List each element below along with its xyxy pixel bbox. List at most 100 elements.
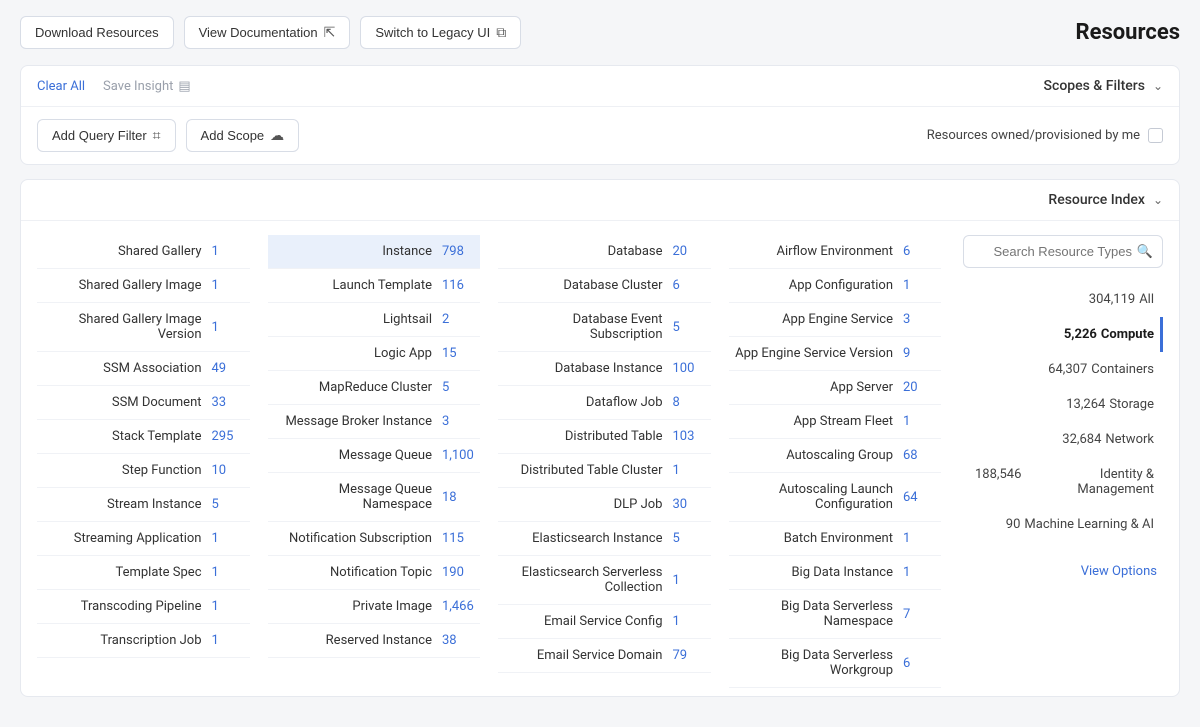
- resource-count: 1: [212, 599, 244, 614]
- resource-row[interactable]: Streaming Application1: [37, 522, 250, 556]
- resource-row[interactable]: Shared Gallery Image Version1: [37, 303, 250, 352]
- resource-row[interactable]: Email Service Config1: [498, 605, 711, 639]
- resource-row[interactable]: Dataflow Job8: [498, 386, 711, 420]
- add-query-filter-label: Add Query Filter: [52, 128, 147, 143]
- resource-column: Airflow Environment6App Configuration1Ap…: [729, 235, 942, 688]
- category-item[interactable]: Network 32,684: [963, 422, 1163, 457]
- resource-label: Reserved Instance: [274, 633, 433, 648]
- category-item[interactable]: Machine Learning & AI 90: [963, 507, 1163, 542]
- resource-row[interactable]: Shared Gallery Image1: [37, 269, 250, 303]
- resource-row[interactable]: Database20: [498, 235, 711, 269]
- resource-column: Instance798Launch Template116Lightsail2L…: [268, 235, 481, 688]
- resource-row[interactable]: Email Service Domain79: [498, 639, 711, 673]
- resource-count: 1: [212, 244, 244, 259]
- resource-label: Logic App: [274, 346, 433, 361]
- resource-count: 9: [903, 346, 935, 361]
- scopes-card: ⌄ Scopes & Filters ▤ Save Insight Clear …: [20, 65, 1180, 165]
- resource-row[interactable]: Database Event Subscription5: [498, 303, 711, 352]
- resource-row[interactable]: Autoscaling Launch Configuration64: [729, 473, 942, 522]
- category-item[interactable]: Compute 5,226: [963, 317, 1163, 352]
- resource-row[interactable]: Notification Subscription115: [268, 522, 481, 556]
- category-item[interactable]: All 304,119: [963, 282, 1163, 317]
- resource-row[interactable]: App Stream Fleet1: [729, 405, 942, 439]
- resource-row[interactable]: App Configuration1: [729, 269, 942, 303]
- resource-row[interactable]: DLP Job30: [498, 488, 711, 522]
- resource-label: Email Service Config: [504, 614, 663, 629]
- resource-row[interactable]: Stack Template295: [37, 420, 250, 454]
- resource-label: Transcription Job: [43, 633, 202, 648]
- resource-count: 10: [212, 463, 244, 478]
- resource-label: Shared Gallery Image: [43, 278, 202, 293]
- resource-row[interactable]: Step Function10: [37, 454, 250, 488]
- resource-row[interactable]: App Server20: [729, 371, 942, 405]
- add-scope-label: Add Scope: [201, 128, 265, 143]
- resource-count: 190: [442, 565, 474, 580]
- owned-checkbox[interactable]: [1148, 128, 1163, 143]
- resource-row[interactable]: Transcription Job 1: [37, 624, 250, 658]
- resource-count: 295: [212, 429, 244, 444]
- resource-row[interactable]: Distributed Table Cluster1: [498, 454, 711, 488]
- resource-row[interactable]: Message Broker Instance3: [268, 405, 481, 439]
- resource-row[interactable]: SSM Document33: [37, 386, 250, 420]
- resource-row[interactable]: Database Instance100: [498, 352, 711, 386]
- add-query-filter-button[interactable]: ⌗ Add Query Filter: [37, 119, 176, 152]
- funnel-icon: ⌗: [153, 127, 161, 144]
- download-button[interactable]: Download Resources: [20, 16, 174, 49]
- resource-count: 1,466: [442, 599, 474, 614]
- resource-label: Lightsail: [274, 312, 433, 327]
- resource-count: 1: [212, 565, 244, 580]
- resource-row[interactable]: Transcoding Pipeline1: [37, 590, 250, 624]
- resource-row[interactable]: Template Spec1: [37, 556, 250, 590]
- resource-row[interactable]: Shared Gallery1: [37, 235, 250, 269]
- resource-label: Notification Subscription: [274, 531, 433, 546]
- resource-count: 1: [212, 633, 244, 648]
- resource-row[interactable]: Database Cluster6: [498, 269, 711, 303]
- clear-all-link[interactable]: Clear All: [37, 79, 85, 94]
- resource-label: Big Data Instance: [735, 565, 894, 580]
- chevron-down-icon[interactable]: ⌄: [1153, 193, 1163, 207]
- resource-row[interactable]: Batch Environment1: [729, 522, 942, 556]
- resource-row[interactable]: Instance798: [268, 235, 481, 269]
- resource-row[interactable]: App Engine Service Version9: [729, 337, 942, 371]
- category-item[interactable]: Identity & Management 188,546: [963, 457, 1163, 507]
- category-label: All: [1139, 292, 1154, 307]
- resource-row[interactable]: Elasticsearch Instance5: [498, 522, 711, 556]
- resource-row[interactable]: Airflow Environment6: [729, 235, 942, 269]
- resource-row[interactable]: SSM Association49: [37, 352, 250, 386]
- resource-label: Database: [504, 244, 663, 259]
- category-item[interactable]: Containers 64,307: [963, 352, 1163, 387]
- resource-row[interactable]: MapReduce Cluster5: [268, 371, 481, 405]
- resource-row[interactable]: Big Data Instance1: [729, 556, 942, 590]
- view-docs-button[interactable]: ⇱ View Documentation: [184, 16, 351, 49]
- resource-row[interactable]: Lightsail2: [268, 303, 481, 337]
- resource-row[interactable]: App Engine Service3: [729, 303, 942, 337]
- resource-row[interactable]: Distributed Table103: [498, 420, 711, 454]
- resource-row[interactable]: Message Queue1,100: [268, 439, 481, 473]
- resource-row[interactable]: Stream Instance5: [37, 488, 250, 522]
- owned-filter[interactable]: Resources owned/provisioned by me: [927, 128, 1163, 143]
- resource-count: 798: [442, 244, 474, 259]
- resource-row[interactable]: Elasticsearch Serverless Collection1: [498, 556, 711, 605]
- resource-column: Database20Database Cluster6Database Even…: [498, 235, 711, 688]
- switch-legacy-button[interactable]: ⧉ Switch to Legacy UI: [360, 16, 521, 49]
- resource-row[interactable]: Logic App15: [268, 337, 481, 371]
- resource-row[interactable]: Launch Template116: [268, 269, 481, 303]
- cloud-icon: ☁: [270, 127, 284, 144]
- resource-row[interactable]: Private Image1,466: [268, 590, 481, 624]
- resource-row[interactable]: Autoscaling Group68: [729, 439, 942, 473]
- category-item[interactable]: Storage 13,264: [963, 387, 1163, 422]
- resource-row[interactable]: Notification Topic 190: [268, 556, 481, 590]
- resource-row[interactable]: Reserved Instance38: [268, 624, 481, 658]
- resource-label: Notification Topic: [274, 565, 433, 580]
- save-insight-button[interactable]: ▤ Save Insight: [103, 79, 191, 94]
- chevron-down-icon[interactable]: ⌄: [1153, 79, 1163, 93]
- resource-row[interactable]: Big Data Serverless Workgroup6: [729, 639, 942, 688]
- resource-label: Batch Environment: [735, 531, 894, 546]
- resource-row[interactable]: Message Queue Namespace18: [268, 473, 481, 522]
- add-scope-button[interactable]: ☁ Add Scope: [186, 119, 300, 152]
- view-options-link[interactable]: View Options: [963, 556, 1163, 587]
- resource-row[interactable]: Big Data Serverless Namespace7: [729, 590, 942, 639]
- resource-label: Big Data Serverless Namespace: [735, 599, 894, 629]
- search-input[interactable]: [963, 235, 1163, 268]
- resource-label: App Server: [735, 380, 894, 395]
